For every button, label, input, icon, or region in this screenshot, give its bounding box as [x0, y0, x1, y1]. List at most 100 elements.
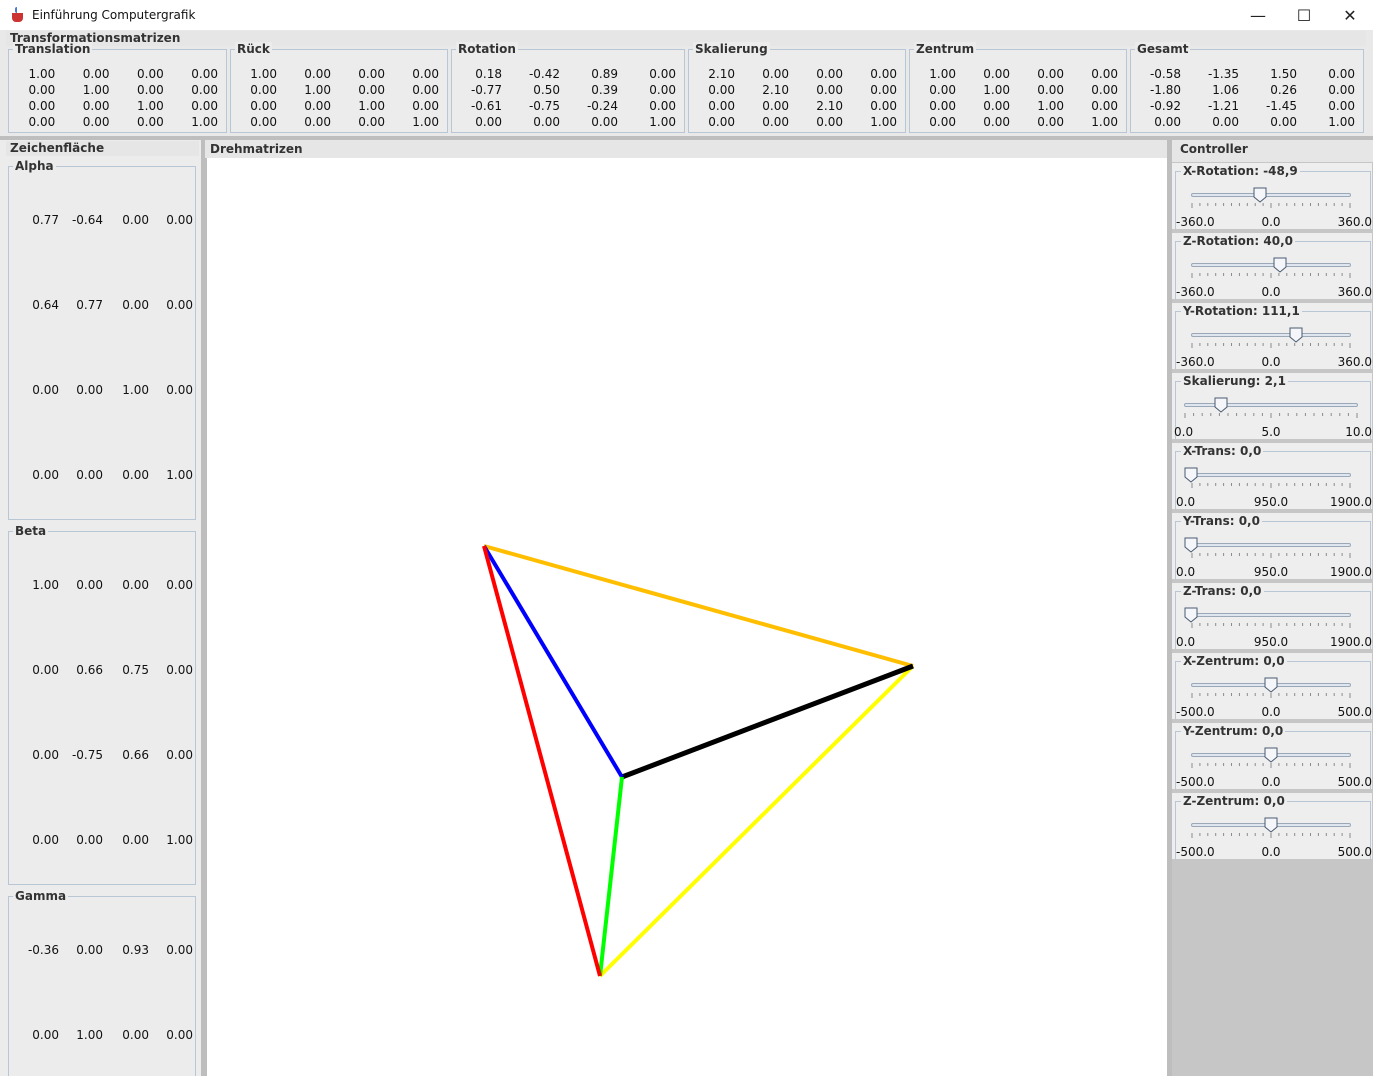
alpha-cell: 0.00 — [32, 468, 59, 482]
matrix-cell: 0.00 — [762, 115, 789, 129]
matrix-grid: 0.18 -0.42 0.89 0.00 -0.77 0.50 0.39 0.00 -0.61 -… — [452, 67, 684, 129]
slider-max-label: 360.0 — [1337, 285, 1372, 299]
matrix-cell: 0.00 — [412, 99, 439, 113]
drawing-canvas[interactable] — [207, 158, 1167, 1076]
slider-track[interactable] — [1191, 193, 1351, 197]
slider-scale-labels: 0.0 950.0 1900.0 — [1172, 565, 1372, 579]
alpha-cell: 0.00 — [32, 383, 59, 397]
slider-thumb[interactable] — [1264, 677, 1278, 693]
matrix-cell: 0.00 — [591, 115, 618, 129]
slider-thumb[interactable] — [1253, 187, 1267, 203]
alpha-cell: 0.77 — [32, 213, 59, 227]
slider-track[interactable] — [1191, 473, 1351, 477]
slider-thumb[interactable] — [1289, 327, 1303, 343]
alpha-cell: 0.00 — [76, 383, 103, 397]
alpha-cell: -0.64 — [71, 213, 103, 227]
slider-label: Skalierung: 2,1 — [1181, 374, 1288, 388]
matrix-cell: 0.00 — [82, 115, 110, 129]
slider-scale-labels: -500.0 0.0 500.0 — [1172, 775, 1372, 789]
alpha-cell: 0.00 — [122, 468, 149, 482]
slider-thumb[interactable] — [1184, 537, 1198, 553]
minimize-button[interactable]: — — [1235, 0, 1281, 30]
slider-mid-label: 950.0 — [1253, 635, 1289, 649]
beta-cell: 0.66 — [76, 663, 103, 677]
gamma-cell: 0.93 — [122, 943, 149, 957]
slider-thumb[interactable] — [1264, 817, 1278, 833]
slider-mid-label: 5.0 — [1261, 425, 1281, 439]
slider-scale-labels: -500.0 0.0 500.0 — [1172, 845, 1372, 859]
slider-mid-label: 0.0 — [1261, 845, 1281, 859]
matrix-cell: 0.00 — [533, 115, 560, 129]
slider-scale-labels: 0.0 5.0 10.0 — [1172, 425, 1372, 439]
beta-cell: 0.00 — [76, 833, 103, 847]
alpha-cell: 1.00 — [122, 383, 149, 397]
matrix-label: Rotation — [456, 42, 518, 56]
matrix-rueck: Rück 1.00 0.00 0.00 0.00 0.00 1.00 0.00 0.00 0.0… — [230, 42, 448, 133]
gamma-matrix: Gamma -0.36 0.00 0.93 0.00 0.00 1.00 0.00 0.00 — [8, 889, 196, 1076]
slider-max-label: 500.0 — [1337, 845, 1372, 859]
matrix-cell: 1.00 — [649, 115, 676, 129]
slider-thumb[interactable] — [1264, 747, 1278, 763]
edge-green — [598, 776, 624, 977]
beta-cell: 0.00 — [166, 578, 193, 592]
matrix-cell: 0.00 — [649, 83, 676, 97]
matrix-cell: -0.92 — [1149, 99, 1181, 113]
matrix-cell: 0.00 — [82, 99, 110, 113]
slider-ticks — [1191, 763, 1351, 768]
matrix-grid: 1.00 0.00 0.00 0.00 0.00 1.00 0.00 0.00 0.00 0.00… — [910, 67, 1126, 129]
matrix-cell: 0.00 — [1037, 115, 1064, 129]
matrix-cell: -0.77 — [470, 83, 502, 97]
matrix-cell: 2.10 — [762, 83, 789, 97]
matrix-cell: 0.00 — [137, 83, 164, 97]
slider-thumb[interactable] — [1184, 607, 1198, 623]
matrix-cell: 0.00 — [708, 99, 735, 113]
slider-label: X-Rotation: -48,9 — [1181, 164, 1300, 178]
matrix-cell: 0.00 — [870, 67, 897, 81]
matrix-cell: 1.00 — [870, 115, 897, 129]
close-button[interactable]: ✕ — [1327, 0, 1373, 30]
slider-group: Y-Rotation: 111,1 -360.0 0.0 360.0 — [1172, 303, 1372, 369]
beta-cell: 0.00 — [166, 748, 193, 762]
alpha-cell: 0.00 — [122, 298, 149, 312]
slider-track[interactable] — [1184, 403, 1358, 407]
slider-thumb[interactable] — [1214, 397, 1228, 413]
matrix-cell: 0.00 — [816, 83, 843, 97]
slider-ticks — [1191, 203, 1351, 208]
edge-yellow — [598, 664, 915, 978]
matrix-rotation: Rotation 0.18 -0.42 0.89 0.00 -0.77 0.50 0.39 0… — [451, 42, 685, 133]
slider-mid-label: 0.0 — [1261, 705, 1281, 719]
matrix-label: Translation — [13, 42, 93, 56]
slider-track[interactable] — [1191, 333, 1351, 337]
slider-track[interactable] — [1191, 543, 1351, 547]
slider-ticks — [1191, 553, 1351, 558]
slider-thumb[interactable] — [1184, 467, 1198, 483]
slider-label: Y-Trans: 0,0 — [1181, 514, 1262, 528]
matrix-cell: -1.45 — [1265, 99, 1297, 113]
matrix-cell: 0.00 — [929, 83, 956, 97]
slider-min-label: -360.0 — [1176, 355, 1215, 369]
matrix-cell: 0.00 — [1270, 115, 1297, 129]
maximize-button[interactable]: ☐ — [1281, 0, 1327, 30]
alpha-cell: 0.00 — [166, 298, 193, 312]
slider-scale-labels: -500.0 0.0 500.0 — [1172, 705, 1372, 719]
matrix-grid: -0.58 -1.35 1.50 0.00 -1.80 1.06 0.26 0.00 -0.92… — [1131, 67, 1363, 129]
matrix-cell: 0.00 — [1212, 115, 1239, 129]
slider-group: Z-Trans: 0,0 0.0 950.0 1900.0 — [1172, 583, 1372, 649]
matrix-label: Zentrum — [914, 42, 977, 56]
matrix-cell: 0.00 — [28, 99, 56, 113]
slider-ticks — [1191, 273, 1351, 278]
slider-track[interactable] — [1191, 263, 1351, 267]
matrix-cell: 0.00 — [358, 115, 385, 129]
matrix-cell: -1.35 — [1207, 67, 1239, 81]
slider-track[interactable] — [1191, 613, 1351, 617]
matrix-cell: 0.00 — [762, 99, 789, 113]
matrix-cell: 0.00 — [1091, 99, 1118, 113]
matrix-grid: 1.00 0.00 0.00 0.00 0.00 1.00 0.00 0.00 0.00 0.00… — [9, 67, 226, 129]
zeichenflaeche-title: Zeichenfläche — [6, 141, 199, 156]
matrix-label: Rück — [235, 42, 272, 56]
slider-label: Z-Rotation: 40,0 — [1181, 234, 1296, 248]
slider-thumb[interactable] — [1273, 257, 1287, 273]
slider-label: Y-Rotation: 111,1 — [1181, 304, 1302, 318]
matrix-translation: Translation 1.00 0.00 0.00 0.00 0.00 1.00 0.00… — [8, 42, 227, 133]
matrix-cell: 0.00 — [250, 115, 277, 129]
